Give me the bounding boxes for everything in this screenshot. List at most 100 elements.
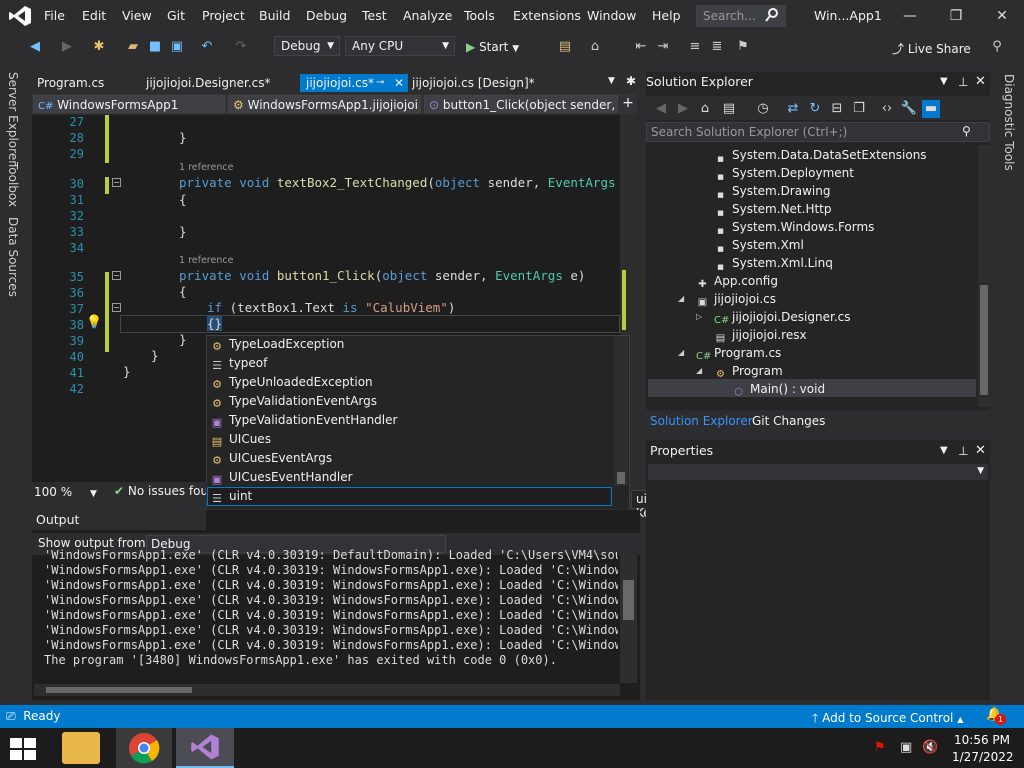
bookmark-icon[interactable]: ⚑ — [734, 38, 752, 56]
save-icon[interactable]: ■ — [146, 38, 164, 56]
switch-views-icon[interactable]: ▤ — [720, 100, 738, 118]
show-all-files-icon[interactable]: ❐ — [850, 100, 868, 118]
completion-item[interactable]: ⚙ TypeUnloadedException — [210, 373, 373, 392]
menu-test[interactable]: Test — [362, 8, 387, 23]
close-tab-icon[interactable]: ✕ — [394, 74, 404, 92]
menu-git[interactable]: Git — [167, 8, 185, 23]
split-editor-icon[interactable]: + — [620, 95, 636, 113]
completion-item[interactable]: ▤ UICues — [210, 430, 271, 449]
toolbox-tab[interactable]: Toolbox — [6, 162, 20, 207]
completion-item[interactable]: ▣ UICuesEventHandler — [210, 468, 353, 487]
tab-git-changes[interactable]: Git Changes — [752, 414, 825, 428]
expand-icon[interactable]: ▷ — [696, 308, 702, 326]
new-project-icon[interactable]: ✱ — [90, 38, 108, 56]
undo-icon[interactable]: ↶ — [198, 38, 216, 56]
menu-file[interactable]: File — [44, 8, 65, 23]
history-icon[interactable]: ◷ — [754, 100, 772, 118]
restore-icon[interactable]: ❐ — [946, 6, 966, 26]
tab-design-view[interactable]: jijojiojoi.cs [Design]* — [406, 74, 541, 92]
tree-node[interactable]: ◢ ▣ jijojiojoi.cs — [678, 290, 776, 308]
close-panel-icon[interactable]: ✕ — [975, 74, 986, 89]
completion-item[interactable]: ☰ typeof — [210, 354, 267, 373]
menu-project[interactable]: Project — [202, 8, 245, 23]
intellisense-scrollbar[interactable] — [614, 336, 628, 486]
properties-options-icon[interactable]: ▼ — [940, 445, 948, 456]
refresh-icon[interactable]: ↻ — [806, 100, 824, 118]
collapse-tree-icon[interactable]: ◢ — [678, 344, 684, 362]
close-window-icon[interactable]: ✕ — [992, 6, 1012, 26]
visual-studio-logo-icon[interactable] — [8, 5, 32, 27]
network-warning-icon[interactable]: ⚑ — [874, 740, 886, 755]
collapse-tree-icon[interactable]: ◢ — [696, 362, 702, 380]
collapse-tree-icon[interactable]: ◢ — [678, 290, 684, 308]
tab-solution-explorer[interactable]: Solution Explorer — [650, 414, 753, 428]
menu-debug[interactable]: Debug — [306, 8, 347, 23]
se-search-icon[interactable]: ⚲ — [962, 124, 971, 138]
collapse-icon[interactable]: − — [112, 271, 121, 280]
tab-jijojiojoi-cs[interactable]: jijojiojoi.cs* ⊸ ✕ — [300, 74, 408, 92]
output-scroll-thumb[interactable] — [623, 580, 634, 620]
platform-dropdown[interactable]: Any CPU ▼ — [345, 36, 455, 56]
clock[interactable]: 10:56 PM 1/27/2022 — [952, 733, 1014, 764]
menu-tools[interactable]: Tools — [464, 8, 495, 23]
tree-node[interactable]: ■ System.Xml.Linq — [714, 254, 833, 272]
tree-node[interactable]: ✚ App.config — [696, 272, 778, 290]
windows-start-icon[interactable] — [10, 738, 36, 760]
completion-item[interactable]: ⚙ UICuesEventArgs — [210, 449, 332, 468]
back-icon[interactable]: ◀ — [26, 38, 44, 56]
open-folder-icon[interactable]: ▰ — [124, 38, 142, 56]
menu-help[interactable]: Help — [652, 8, 681, 23]
panel-options-icon[interactable]: ▼ — [940, 76, 948, 87]
preview-selected-icon[interactable]: ▬ — [922, 100, 940, 118]
tab-designer-cs[interactable]: jijojiojoi.Designer.cs* — [140, 74, 277, 92]
menu-edit[interactable]: Edit — [82, 8, 106, 23]
tree-node[interactable]: ▤ jijojiojoi.resx — [714, 326, 807, 344]
completion-item[interactable]: ⚙ TypeValidationEventArgs — [210, 392, 377, 411]
collapse-icon[interactable]: − — [112, 303, 121, 312]
menu-build[interactable]: Build — [259, 8, 290, 23]
se-back-icon[interactable]: ◀ — [652, 100, 670, 118]
auto-hide-pin-icon[interactable]: ⊥ — [958, 75, 968, 89]
tree-node[interactable]: ■ System.Xml — [714, 236, 804, 254]
properties-pin-icon[interactable]: ⊥ — [958, 444, 968, 458]
tab-overflow-icon[interactable]: ▼ — [608, 76, 615, 86]
se-scroll-thumb[interactable] — [980, 285, 988, 395]
properties-wrench-icon[interactable]: 🔧 — [900, 100, 918, 118]
output-hscroll-thumb[interactable] — [46, 687, 192, 693]
minimize-icon[interactable]: — — [900, 6, 920, 26]
issues-indicator[interactable]: ✔ No issues found — [114, 484, 206, 498]
volume-muted-icon[interactable]: 🔇 — [922, 740, 938, 755]
indent-icon[interactable]: ⇤ — [632, 38, 650, 56]
properties-close-icon[interactable]: ✕ — [975, 443, 986, 458]
diagnostic-tools-tab[interactable]: Diagnostic Tools — [1002, 74, 1016, 171]
tree-node[interactable]: ■ System.Data.DataSetExtensions — [714, 146, 926, 164]
sync-icon[interactable]: ⇄ — [784, 100, 802, 118]
tree-node[interactable]: ■ System.Deployment — [714, 164, 854, 182]
class-dropdown[interactable]: ⚙ WindowsFormsApp1.jijojiojoi — [228, 95, 421, 113]
data-sources-tab[interactable]: Data Sources — [6, 217, 20, 297]
visual-studio-taskbar-button[interactable] — [176, 728, 234, 768]
tab-settings-icon[interactable]: ✱ — [626, 74, 636, 88]
network-icon[interactable]: ▣ — [900, 740, 912, 755]
forward-icon[interactable]: ▶ — [58, 38, 76, 56]
outdent-icon[interactable]: ⇥ — [654, 38, 672, 56]
save-all-icon[interactable]: ▣ — [168, 38, 186, 56]
home-icon[interactable]: ⌂ — [696, 100, 714, 118]
solution-explorer-search[interactable]: Search Solution Explorer (Ctrl+;) — [646, 122, 990, 142]
properties-object-dropdown[interactable]: ▼ — [648, 464, 988, 480]
member-dropdown[interactable]: ⊙ button1_Click(object sender, E — [424, 95, 618, 113]
menu-window[interactable]: Window — [587, 8, 636, 23]
live-share-button[interactable]: ⤴ Live Share — [892, 40, 971, 57]
se-forward-icon[interactable]: ▶ — [674, 100, 692, 118]
view-code-icon[interactable]: ‹› — [878, 100, 896, 118]
pin-icon[interactable]: ⊸ — [376, 74, 384, 92]
toolbar-settings-icon[interactable]: ⌂ — [586, 38, 604, 56]
tree-node[interactable]: ■ System.Windows.Forms — [714, 218, 874, 236]
add-to-source-control-button[interactable]: 🡑 Add to Source Control ▲ — [812, 709, 963, 730]
account-icon[interactable]: ⚲ — [988, 38, 1006, 56]
comment-icon[interactable]: ≡ — [686, 38, 704, 56]
completion-item[interactable]: ▣ TypeValidationEventHandler — [210, 411, 398, 430]
tree-node[interactable]: ◢ ⚙ Program — [696, 362, 783, 380]
intellisense-scroll-thumb[interactable] — [617, 472, 625, 484]
file-explorer-icon[interactable] — [62, 732, 100, 764]
